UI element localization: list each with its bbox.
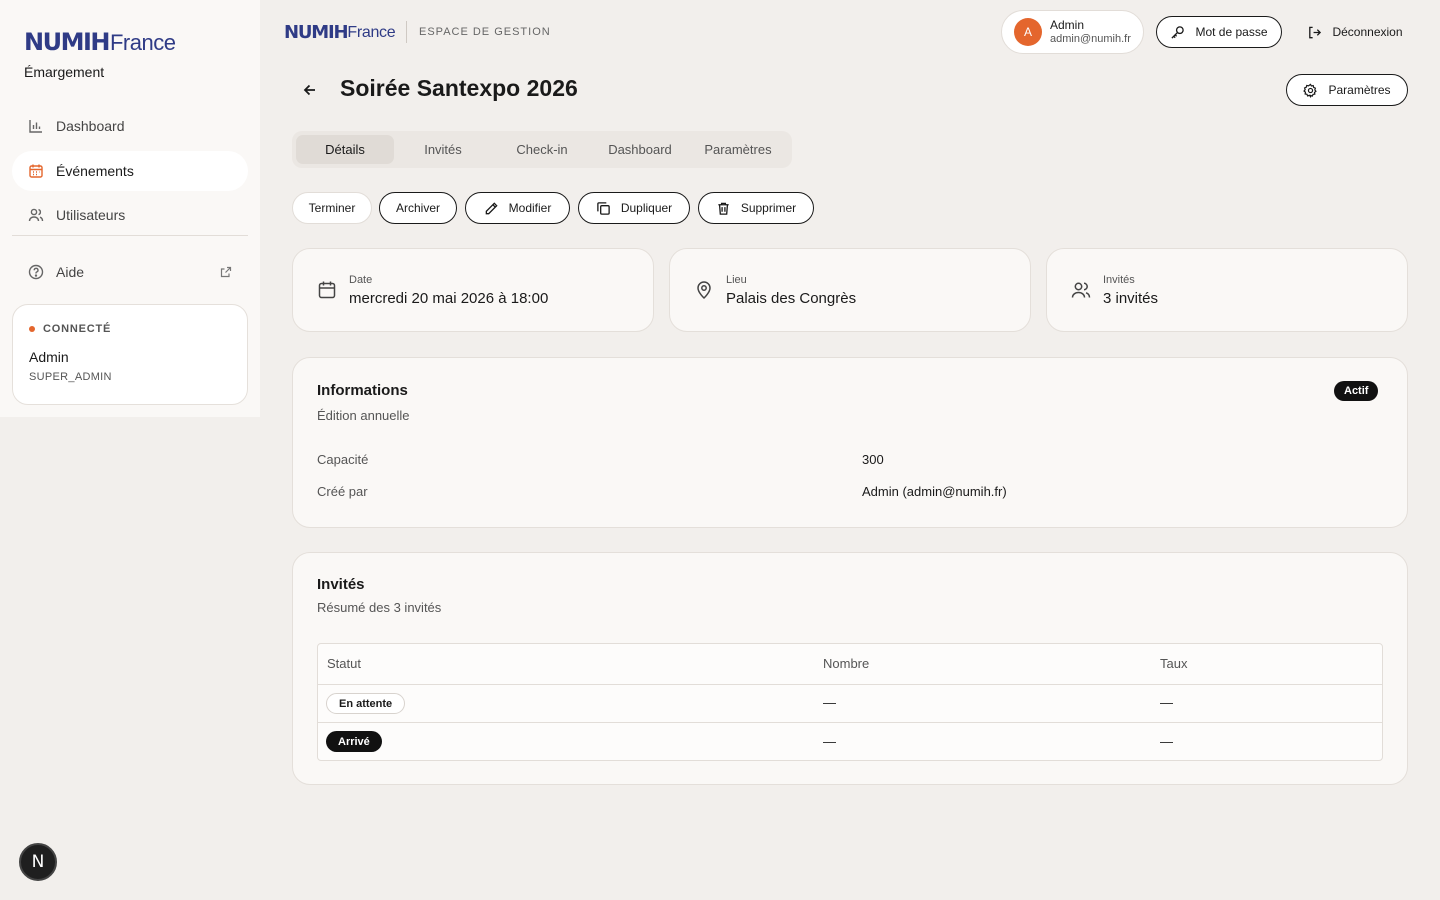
guests-section-subtitle: Résumé des 3 invités: [317, 600, 442, 615]
column-header-nombre: Nombre: [823, 656, 870, 671]
tab-dashboard[interactable]: Dashboard: [592, 135, 688, 164]
header-logo-brand: NUMIH: [284, 22, 349, 43]
sidebar-item-label: Dashboard: [56, 118, 125, 134]
pencil-icon: [485, 201, 498, 214]
users-icon: [1071, 282, 1091, 298]
guests-section-title: Invités: [317, 576, 365, 593]
location-value: Palais des Congrès: [726, 289, 857, 307]
guests-value: 3 invités: [1103, 289, 1159, 307]
status-dot: [29, 326, 35, 332]
tab-invites[interactable]: Invités: [394, 135, 492, 164]
status-badge: Actif: [1334, 381, 1379, 401]
sidebar-item-label: Aide: [56, 264, 85, 280]
created-by-value: Admin (admin@numih.fr): [862, 484, 1007, 499]
terminate-button[interactable]: Terminer: [292, 192, 372, 224]
logout-button-label: Déconnexion: [1332, 25, 1403, 39]
tab-details[interactable]: Détails: [296, 135, 394, 164]
sidebar-item-dashboard[interactable]: Dashboard: [12, 106, 248, 146]
guests-label: Invités: [1103, 273, 1135, 286]
archive-button[interactable]: Archiver: [379, 192, 457, 224]
password-button[interactable]: Mot de passe: [1156, 16, 1282, 48]
connection-status-card: CONNECTÉ Admin SUPER_ADMIN: [12, 304, 248, 405]
tab-bar: Détails Invités Check-in Dashboard Param…: [292, 131, 792, 168]
guests-summary-table: Statut Nombre Taux En attente — — Arrivé…: [317, 643, 1383, 761]
informations-section: [292, 357, 1408, 528]
dev-tools-badge[interactable]: N: [19, 843, 57, 881]
user-menu[interactable]: A Admin admin@numih.fr: [1001, 10, 1144, 54]
help-circle-icon: [28, 264, 44, 280]
page-title: Soirée Santexpo 2026: [340, 75, 578, 101]
settings-button[interactable]: Paramètres: [1286, 74, 1408, 106]
map-pin-icon: [697, 281, 711, 300]
header-separator: [406, 21, 407, 43]
location-label: Lieu: [726, 273, 747, 286]
space-label: ESPACE DE GESTION: [419, 26, 551, 38]
duplicate-button[interactable]: Dupliquer: [578, 192, 690, 224]
delete-button[interactable]: Supprimer: [698, 192, 814, 224]
logout-button[interactable]: Déconnexion: [1298, 16, 1412, 48]
app-name: Émargement: [24, 64, 105, 80]
table-divider: [318, 684, 1382, 685]
gear-icon: [1303, 83, 1318, 98]
sidebar-item-label: Événements: [56, 163, 134, 179]
logo[interactable]: NUMIH France: [24, 28, 176, 56]
column-header-statut: Statut: [327, 656, 361, 671]
sidebar-divider: [12, 235, 248, 236]
table-cell-count: —: [823, 695, 836, 710]
table-cell-rate: —: [1160, 734, 1173, 749]
logo-brand: NUMIH: [24, 28, 110, 56]
back-arrow-icon[interactable]: [300, 80, 320, 100]
capacity-value: 300: [862, 452, 884, 467]
avatar: A: [1014, 18, 1042, 46]
sidebar: NUMIH France Émargement Dashboard Événem…: [0, 0, 260, 417]
settings-button-label: Paramètres: [1328, 83, 1391, 97]
table-divider: [318, 722, 1382, 723]
status-user-role: SUPER_ADMIN: [29, 371, 112, 383]
location-card: Lieu Palais des Congrès: [669, 248, 1031, 332]
status-label: CONNECTÉ: [43, 323, 112, 335]
status-pill-arrived: Arrivé: [326, 731, 382, 752]
header-logo-country: France: [347, 23, 396, 41]
sidebar-item-label: Utilisateurs: [56, 207, 126, 223]
password-button-label: Mot de passe: [1195, 25, 1268, 39]
informations-title: Informations: [317, 382, 408, 399]
status-pill-pending: En attente: [326, 693, 406, 714]
table-cell-rate: —: [1160, 695, 1173, 710]
guests-card: Invités 3 invités: [1046, 248, 1408, 332]
archive-button-label: Archiver: [395, 201, 440, 215]
bar-chart-icon: [29, 120, 42, 133]
sidebar-item-evenements[interactable]: Événements: [12, 151, 248, 191]
terminate-button-label: Terminer: [308, 201, 356, 215]
external-link-icon: [220, 266, 232, 278]
user-name: Admin: [1050, 18, 1085, 32]
tab-check-in[interactable]: Check-in: [492, 135, 592, 164]
created-by-label: Créé par: [317, 484, 368, 499]
header-logo[interactable]: NUMIH France: [284, 22, 396, 43]
users-icon: [28, 208, 44, 222]
sidebar-item-utilisateurs[interactable]: Utilisateurs: [12, 195, 248, 235]
table-cell-count: —: [823, 734, 836, 749]
user-email: admin@numih.fr: [1050, 33, 1131, 45]
tab-parametres[interactable]: Paramètres: [688, 135, 788, 164]
copy-icon: [597, 201, 610, 215]
trash-icon: [718, 202, 729, 215]
informations-subtitle: Édition annuelle: [317, 408, 410, 423]
logout-icon: [1309, 26, 1322, 38]
sidebar-item-aide[interactable]: Aide: [12, 252, 248, 292]
status-user-name: Admin: [29, 349, 69, 365]
edit-button[interactable]: Modifier: [465, 192, 570, 224]
column-header-taux: Taux: [1160, 656, 1188, 671]
date-card: Date mercredi 20 mai 2026 à 18:00: [292, 248, 654, 332]
calendar-icon: [318, 281, 336, 299]
capacity-label: Capacité: [317, 452, 369, 467]
calendar-icon: [29, 164, 43, 178]
key-icon: [1171, 25, 1185, 39]
edit-button-label: Modifier: [508, 201, 552, 215]
date-label: Date: [349, 273, 373, 286]
date-value: mercredi 20 mai 2026 à 18:00: [349, 289, 549, 307]
delete-button-label: Supprimer: [740, 201, 797, 215]
duplicate-button-label: Dupliquer: [620, 201, 673, 215]
logo-country: France: [109, 30, 176, 55]
